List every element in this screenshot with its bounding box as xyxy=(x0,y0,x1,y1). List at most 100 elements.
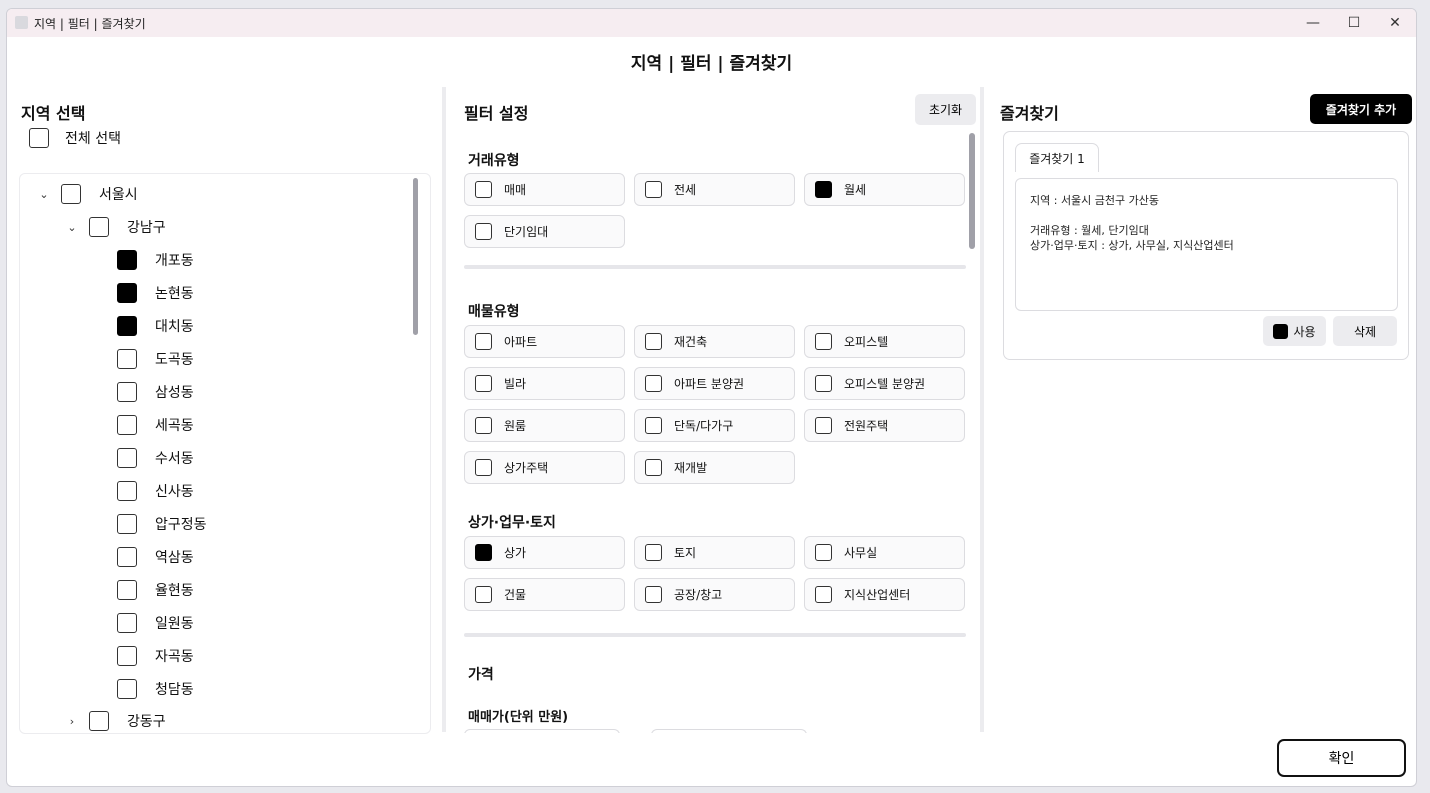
favorite-card: 즐겨찾기 1 지역 : 서울시 금천구 가산동 거래유형 : 월세, 단기임대 … xyxy=(1003,131,1409,360)
option-checkbox[interactable] xyxy=(815,375,832,392)
tree-scrollbar[interactable] xyxy=(413,178,418,335)
dong-checkbox[interactable] xyxy=(117,514,137,534)
dong-checkbox[interactable] xyxy=(117,580,137,600)
filter-scrollbar[interactable] xyxy=(969,133,975,249)
close-icon[interactable]: ✕ xyxy=(1374,9,1416,37)
option-label: 공장/창고 xyxy=(674,588,723,602)
filter-option[interactable]: 아파트 분양권 xyxy=(634,367,795,400)
dong-checkbox[interactable] xyxy=(117,250,137,270)
favorite-commercial-line: 상가·업무·토지 : 상가, 사무실, 지식산업센터 xyxy=(1030,239,1234,252)
dong-checkbox[interactable] xyxy=(117,382,137,402)
tree-item-next-district[interactable]: › 강동구 xyxy=(65,708,166,733)
option-checkbox[interactable] xyxy=(645,181,662,198)
filter-option[interactable]: 재개발 xyxy=(634,451,795,484)
filter-option[interactable]: 전세 xyxy=(634,173,795,206)
option-checkbox[interactable] xyxy=(475,586,492,603)
dong-checkbox[interactable] xyxy=(117,316,137,336)
dong-checkbox[interactable] xyxy=(117,547,137,567)
filter-option[interactable]: 단독/다가구 xyxy=(634,409,795,442)
filter-option[interactable]: 사무실 xyxy=(804,536,965,569)
dong-checkbox[interactable] xyxy=(117,679,137,699)
option-checkbox[interactable] xyxy=(475,544,492,561)
option-checkbox[interactable] xyxy=(475,459,492,476)
chevron-down-icon[interactable]: ⌄ xyxy=(65,221,79,234)
use-checkbox[interactable] xyxy=(1273,323,1289,339)
use-toggle[interactable]: 사용 xyxy=(1263,316,1326,346)
tree-item-dong[interactable]: 세곡동 xyxy=(117,412,194,438)
tree-item-dong[interactable]: 율현동 xyxy=(117,577,194,603)
filter-option[interactable]: 토지 xyxy=(634,536,795,569)
filter-option[interactable]: 상가주택 xyxy=(464,451,625,484)
divider[interactable] xyxy=(442,87,446,732)
tree-item-dong[interactable]: 수서동 xyxy=(117,445,194,471)
option-checkbox[interactable] xyxy=(815,417,832,434)
chevron-right-icon[interactable]: › xyxy=(65,715,79,728)
option-checkbox[interactable] xyxy=(645,586,662,603)
filter-option[interactable]: 월세 xyxy=(804,173,965,206)
minimize-icon[interactable]: — xyxy=(1292,9,1334,37)
filter-option[interactable]: 매매 xyxy=(464,173,625,206)
tree-item-dong[interactable]: 논현동 xyxy=(117,280,194,306)
option-checkbox[interactable] xyxy=(645,459,662,476)
district-checkbox[interactable] xyxy=(89,217,109,237)
price-max-input[interactable] xyxy=(651,729,807,733)
option-checkbox[interactable] xyxy=(475,333,492,350)
filter-option[interactable]: 오피스텔 분양권 xyxy=(804,367,965,400)
maximize-icon[interactable]: ☐ xyxy=(1333,9,1375,37)
dong-checkbox[interactable] xyxy=(117,481,137,501)
dong-checkbox[interactable] xyxy=(117,613,137,633)
filter-option[interactable]: 재건축 xyxy=(634,325,795,358)
dong-checkbox[interactable] xyxy=(117,646,137,666)
option-checkbox[interactable] xyxy=(475,223,492,240)
option-checkbox[interactable] xyxy=(815,181,832,198)
tree-item-city[interactable]: ⌄ 서울시 xyxy=(37,181,138,207)
filter-option[interactable]: 오피스텔 xyxy=(804,325,965,358)
option-checkbox[interactable] xyxy=(645,333,662,350)
city-checkbox[interactable] xyxy=(61,184,81,204)
dong-checkbox[interactable] xyxy=(117,349,137,369)
tree-item-dong[interactable]: 신사동 xyxy=(117,478,194,504)
tree-item-dong[interactable]: 일원동 xyxy=(117,610,194,636)
dong-checkbox[interactable] xyxy=(117,448,137,468)
tree-item-dong[interactable]: 도곡동 xyxy=(117,346,194,372)
option-checkbox[interactable] xyxy=(645,417,662,434)
filter-option[interactable]: 지식산업센터 xyxy=(804,578,965,611)
tree-item-dong[interactable]: 개포동 xyxy=(117,247,194,273)
delete-button[interactable]: 삭제 xyxy=(1333,316,1397,346)
tree-item-dong[interactable]: 청담동 xyxy=(117,676,194,702)
filter-option[interactable]: 단기임대 xyxy=(464,215,625,248)
option-checkbox[interactable] xyxy=(475,375,492,392)
filter-option[interactable]: 건물 xyxy=(464,578,625,611)
filter-option[interactable]: 원룸 xyxy=(464,409,625,442)
tree-item-dong[interactable]: 자곡동 xyxy=(117,643,194,669)
tree-item-dong[interactable]: 역삼동 xyxy=(117,544,194,570)
confirm-button[interactable]: 확인 xyxy=(1277,739,1406,777)
filter-option[interactable]: 아파트 xyxy=(464,325,625,358)
option-checkbox[interactable] xyxy=(815,544,832,561)
option-checkbox[interactable] xyxy=(645,544,662,561)
select-all-checkbox[interactable] xyxy=(29,128,49,148)
filter-option[interactable]: 전원주택 xyxy=(804,409,965,442)
reset-button[interactable]: 초기화 xyxy=(915,94,976,125)
dong-checkbox[interactable] xyxy=(117,415,137,435)
dong-checkbox[interactable] xyxy=(117,283,137,303)
filter-option[interactable]: 상가 xyxy=(464,536,625,569)
option-checkbox[interactable] xyxy=(815,586,832,603)
tree-item-dong[interactable]: 대치동 xyxy=(117,313,194,339)
select-all-row[interactable]: 전체 선택 xyxy=(29,128,121,148)
price-min-input[interactable] xyxy=(464,729,620,733)
option-checkbox[interactable] xyxy=(815,333,832,350)
chevron-down-icon[interactable]: ⌄ xyxy=(37,188,51,201)
option-checkbox[interactable] xyxy=(475,181,492,198)
filter-option[interactable]: 공장/창고 xyxy=(634,578,795,611)
tree-item-dong[interactable]: 압구정동 xyxy=(117,511,207,537)
option-checkbox[interactable] xyxy=(645,375,662,392)
tree-item-dong[interactable]: 삼성동 xyxy=(117,379,194,405)
divider[interactable] xyxy=(980,87,984,732)
option-checkbox[interactable] xyxy=(475,417,492,434)
add-favorite-button[interactable]: 즐겨찾기 추가 xyxy=(1310,94,1412,124)
tab-favorite-1[interactable]: 즐겨찾기 1 xyxy=(1015,143,1099,172)
filter-option[interactable]: 빌라 xyxy=(464,367,625,400)
next-district-checkbox[interactable] xyxy=(89,711,109,731)
tree-item-district[interactable]: ⌄ 강남구 xyxy=(65,214,166,240)
